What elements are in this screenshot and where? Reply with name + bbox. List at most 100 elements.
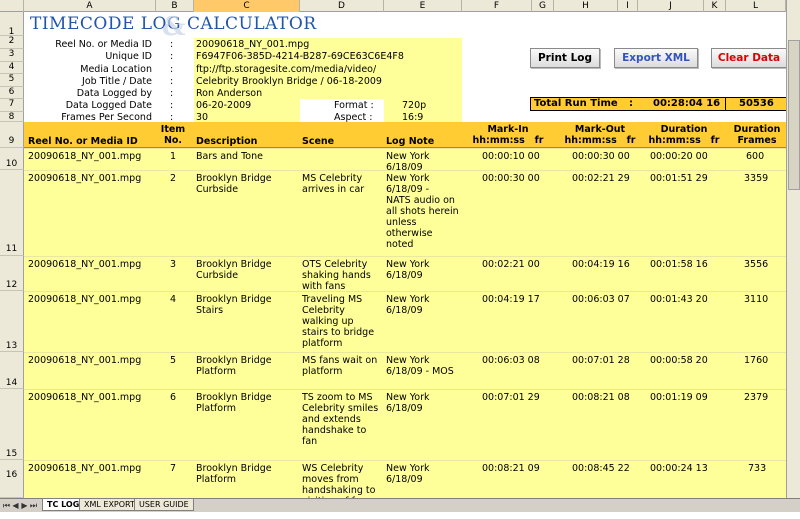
- row-header-11[interactable]: 11: [0, 170, 24, 256]
- prev-sheet-icon[interactable]: ◀: [11, 500, 20, 511]
- row-item[interactable]: 5: [170, 355, 176, 366]
- row-item[interactable]: 1: [170, 151, 176, 162]
- row-mark-out[interactable]: 00:00:30 00: [572, 151, 630, 162]
- tab-tc-log[interactable]: TC LOG: [42, 499, 85, 511]
- row-reel[interactable]: 20090618_NY_001.mpg: [28, 259, 141, 270]
- scrollbar-thumb[interactable]: [788, 40, 800, 190]
- row-scene[interactable]: WS Celebrity moves from handshaking to v…: [302, 463, 375, 498]
- log-header-row: Reel No. or Media ID Item No. Descriptio…: [24, 122, 786, 148]
- meta-value-job-title[interactable]: Celebrity Brooklyn Bridge / 06-18-2009: [196, 76, 382, 87]
- row-mark-in[interactable]: 00:07:01 29: [482, 392, 540, 403]
- row-header-14[interactable]: 14: [0, 352, 24, 389]
- meta-value-reel[interactable]: 20090618_NY_001.mpg: [196, 39, 309, 50]
- format-label: Format :: [334, 100, 374, 111]
- column-header-l[interactable]: L: [726, 0, 786, 12]
- next-sheet-icon[interactable]: ▶: [20, 500, 29, 511]
- first-sheet-icon[interactable]: ⏮: [2, 500, 11, 511]
- column-header-f[interactable]: F: [462, 0, 532, 12]
- row-mark-in[interactable]: 00:02:21 00: [482, 259, 540, 270]
- meta-value-location[interactable]: ftp://ftp.storagesite.com/media/video/: [196, 64, 376, 75]
- row-description[interactable]: Brooklyn Bridge Curbside: [196, 259, 272, 281]
- row-header-5[interactable]: 5: [0, 74, 24, 87]
- row-header-15[interactable]: 15: [0, 389, 24, 460]
- row-item[interactable]: 4: [170, 294, 176, 305]
- row-header-13[interactable]: 13: [0, 291, 24, 352]
- row-scene[interactable]: Traveling MS Celebrity walking up stairs…: [302, 294, 374, 349]
- column-header-a[interactable]: A: [24, 0, 156, 12]
- row-mark-out[interactable]: 00:04:19 16: [572, 259, 630, 270]
- row-mark-out[interactable]: 00:08:45 22: [572, 463, 630, 474]
- row-mark-in[interactable]: 00:00:10 00: [482, 151, 540, 162]
- row-log-note[interactable]: New York 6/18/09 - NATS audio on all sho…: [386, 173, 459, 250]
- column-header-b[interactable]: B: [156, 0, 194, 12]
- row-mark-in[interactable]: 00:06:03 08: [482, 355, 540, 366]
- sheet-tab-bar: ⏮ ◀ ▶ ⏭ TC LOG XML EXPORT USER GUIDE: [0, 498, 800, 512]
- row-scene[interactable]: TS zoom to MS Celebrity smiles and exten…: [302, 392, 378, 447]
- column-header-i[interactable]: I: [618, 0, 638, 12]
- row-header-9[interactable]: 9: [0, 122, 24, 148]
- row-mark-in[interactable]: 00:08:21 09: [482, 463, 540, 474]
- meta-label-logged-date: Data Logged Date: [65, 100, 152, 111]
- row-description[interactable]: Brooklyn Bridge Platform: [196, 355, 272, 377]
- row-log-note[interactable]: New York 6/18/09: [386, 294, 430, 316]
- column-header-g[interactable]: G: [532, 0, 554, 12]
- vertical-scrollbar[interactable]: [786, 0, 800, 498]
- print-log-button[interactable]: Print Log: [530, 48, 600, 68]
- meta-label-location: Media Location: [80, 64, 152, 75]
- meta-value-logged-date[interactable]: 06-20-2009: [196, 100, 251, 111]
- row-header-2[interactable]: 2: [0, 36, 24, 49]
- row-header-16[interactable]: 16: [0, 460, 24, 498]
- row-description[interactable]: Brooklyn Bridge Curbside: [196, 173, 272, 195]
- row-item[interactable]: 2: [170, 173, 176, 184]
- column-header-k[interactable]: K: [704, 0, 726, 12]
- row-mark-in[interactable]: 00:00:30 00: [482, 173, 540, 184]
- export-xml-button[interactable]: Export XML: [614, 48, 698, 68]
- row-item[interactable]: 6: [170, 392, 176, 403]
- row-header-7[interactable]: 7: [0, 99, 24, 112]
- row-header-10[interactable]: 10: [0, 148, 24, 170]
- format-value[interactable]: 720p: [402, 100, 426, 111]
- last-sheet-icon[interactable]: ⏭: [29, 500, 38, 511]
- row-scene[interactable]: MS fans wait on platform: [302, 355, 377, 377]
- row-scene[interactable]: OTS Celebrity shaking hands with fans: [302, 259, 371, 292]
- row-scene[interactable]: MS Celebrity arrives in car: [302, 173, 364, 195]
- row-header-4[interactable]: 4: [0, 62, 24, 74]
- select-all-corner[interactable]: [0, 0, 24, 12]
- row-header-1[interactable]: 1: [0, 12, 24, 37]
- column-header-j[interactable]: J: [638, 0, 704, 12]
- row-mark-out[interactable]: 00:08:21 08: [572, 392, 630, 403]
- tab-xml-export[interactable]: XML EXPORT: [79, 499, 140, 511]
- row-reel[interactable]: 20090618_NY_001.mpg: [28, 463, 141, 474]
- row-header-3[interactable]: 3: [0, 49, 24, 62]
- row-log-note[interactable]: New York 6/18/09: [386, 392, 430, 414]
- column-header-e[interactable]: E: [384, 0, 462, 12]
- row-header-6[interactable]: 6: [0, 87, 24, 99]
- row-description[interactable]: Brooklyn Bridge Platform: [196, 463, 272, 485]
- tab-user-guide[interactable]: USER GUIDE: [134, 499, 194, 511]
- row-header-8[interactable]: 8: [0, 112, 24, 122]
- row-reel[interactable]: 20090618_NY_001.mpg: [28, 392, 141, 403]
- row-item[interactable]: 7: [170, 463, 176, 474]
- row-description[interactable]: Brooklyn Bridge Platform: [196, 392, 272, 414]
- row-mark-in[interactable]: 00:04:19 17: [482, 294, 540, 305]
- row-log-note[interactable]: New York 6/18/09 - MOS: [386, 355, 454, 377]
- row-mark-out[interactable]: 00:07:01 28: [572, 355, 630, 366]
- row-mark-out[interactable]: 00:02:21 29: [572, 173, 630, 184]
- row-reel[interactable]: 20090618_NY_001.mpg: [28, 151, 141, 162]
- row-reel[interactable]: 20090618_NY_001.mpg: [28, 355, 141, 366]
- row-mark-out[interactable]: 00:06:03 07: [572, 294, 630, 305]
- clear-data-button[interactable]: Clear Data: [711, 48, 787, 68]
- row-item[interactable]: 3: [170, 259, 176, 270]
- column-header-c[interactable]: C: [194, 0, 300, 12]
- row-log-note[interactable]: New York 6/18/09: [386, 259, 430, 281]
- row-description[interactable]: Bars and Tone: [196, 151, 263, 162]
- column-header-d[interactable]: D: [300, 0, 384, 12]
- row-reel[interactable]: 20090618_NY_001.mpg: [28, 173, 141, 184]
- meta-value-logged-by[interactable]: Ron Anderson: [196, 88, 262, 99]
- column-header-h[interactable]: H: [554, 0, 618, 12]
- row-description[interactable]: Brooklyn Bridge Stairs: [196, 294, 272, 316]
- row-log-note[interactable]: New York 6/18/09: [386, 463, 430, 485]
- row-header-12[interactable]: 12: [0, 256, 24, 291]
- meta-value-unique-id[interactable]: F6947F06-385D-4214-B287-69CE63C6E4F8: [196, 51, 404, 62]
- row-reel[interactable]: 20090618_NY_001.mpg: [28, 294, 141, 305]
